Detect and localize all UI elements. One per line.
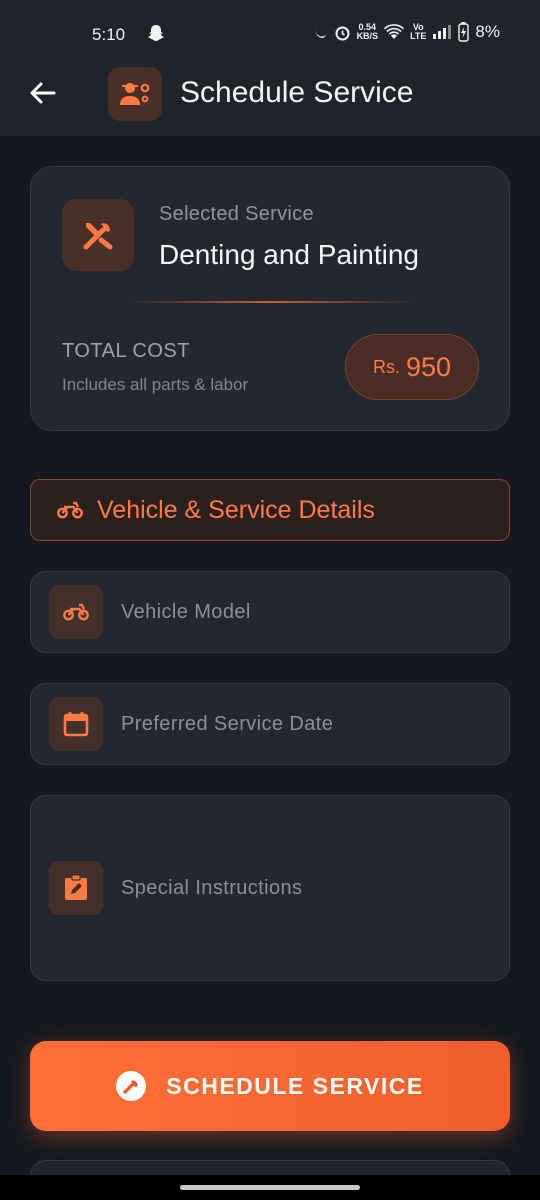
mechanic-icon <box>108 67 162 121</box>
price-badge: Rs. 950 <box>345 334 479 400</box>
total-cost-note: Includes all parts & labor <box>62 375 249 394</box>
selected-service-name: Denting and Painting <box>159 239 419 270</box>
home-gesture-handle[interactable] <box>180 1185 360 1190</box>
battery-level: 8% <box>475 22 500 41</box>
status-bar: 5:10 0.54 KB/S Vo LTE 8% <box>0 18 540 52</box>
snapchat-icon <box>148 25 164 41</box>
calendar-icon <box>49 697 103 751</box>
network-speed: 0.54 KB/S <box>356 22 379 41</box>
special-instructions-placeholder: Special Instructions <box>121 877 303 899</box>
status-time: 5:10 <box>92 25 126 44</box>
volte-indicator: Vo LTE <box>410 22 427 41</box>
clipboard-edit-icon <box>49 861 103 915</box>
service-date-placeholder: Preferred Service Date <box>121 713 334 735</box>
service-date-field[interactable]: Preferred Service Date <box>30 683 510 765</box>
section-header-vehicle-details: Vehicle & Service Details <box>30 479 510 541</box>
wifi-icon <box>384 24 405 39</box>
alarm-icon <box>335 26 350 40</box>
selected-service-label: Selected Service <box>159 203 314 225</box>
system-nav-bar <box>0 1175 540 1200</box>
section-title: Vehicle & Service Details <box>97 495 375 524</box>
schedule-service-button[interactable]: SCHEDULE SERVICE <box>30 1041 510 1131</box>
wrench-icon <box>116 1071 147 1101</box>
tools-icon <box>62 199 134 271</box>
arrow-left-icon[interactable] <box>26 76 60 110</box>
page-title: Schedule Service <box>180 76 414 109</box>
total-cost-label: TOTAL COST <box>62 340 190 362</box>
motorcycle-icon <box>57 501 83 519</box>
motorcycle-icon <box>49 585 103 639</box>
divider <box>126 301 416 303</box>
app-bar: 5:10 0.54 KB/S Vo LTE 8% Schedule Servic… <box>0 0 540 136</box>
price-value: 950 <box>405 351 452 382</box>
special-instructions-field[interactable]: Special Instructions <box>30 795 510 981</box>
price-currency: Rs. <box>372 356 400 377</box>
vehicle-model-placeholder: Vehicle Model <box>121 601 251 623</box>
service-summary-card: Selected Service Denting and Painting TO… <box>30 166 510 431</box>
battery-icon <box>458 22 470 42</box>
vehicle-model-field[interactable]: Vehicle Model <box>30 571 510 653</box>
status-icons: 0.54 KB/S Vo LTE 8% <box>312 22 500 42</box>
signal-icon <box>433 25 452 39</box>
moon-icon <box>315 26 326 39</box>
schedule-service-label: SCHEDULE SERVICE <box>166 1072 424 1099</box>
